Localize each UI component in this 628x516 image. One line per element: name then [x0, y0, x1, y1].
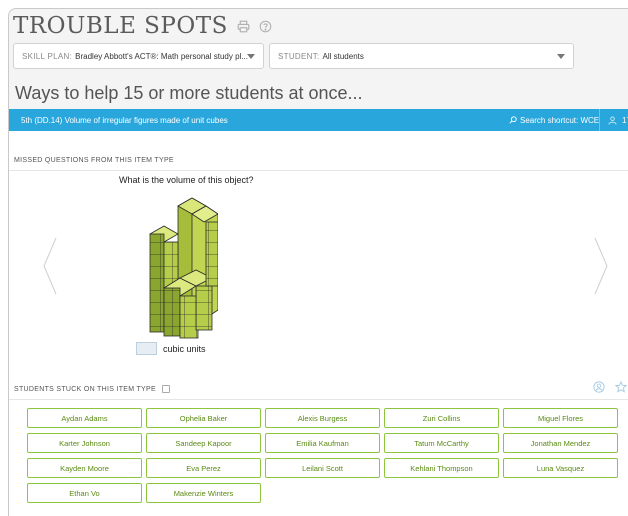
student-value: All students [322, 51, 364, 61]
skill-plan-select[interactable]: SKILL PLAN: Bradley Abbott's ACT®: Math … [13, 43, 264, 69]
next-arrow-icon[interactable] [593, 236, 609, 296]
chevron-down-icon [557, 54, 565, 59]
cube-figure [149, 197, 218, 339]
student-button[interactable]: Zuri Collins [384, 408, 499, 428]
student-button[interactable]: Aydan Adams [27, 408, 142, 428]
student-button[interactable]: Leilani Scott [265, 458, 380, 478]
question-text: What is the volume of this object? [119, 175, 254, 185]
help-icon[interactable] [259, 20, 272, 33]
student-button[interactable]: Eva Perez [146, 458, 261, 478]
list-icon[interactable] [162, 385, 171, 393]
print-icon[interactable] [237, 20, 250, 33]
content-panel: MISSED QUESTIONS FROM THIS ITEM TYPE Wha… [9, 131, 628, 516]
student-count-value: 17 [622, 115, 628, 125]
missed-questions-label: MISSED QUESTIONS FROM THIS ITEM TYPE [14, 157, 174, 164]
divider [9, 399, 628, 400]
students-stuck-label: STUDENTS STUCK ON THIS ITEM TYPE [14, 385, 171, 393]
page-title: TROUBLE SPOTS [13, 13, 228, 39]
previous-arrow-icon[interactable] [42, 236, 58, 296]
app-frame: TROUBLE SPOTS SKILL PLAN: Bradley Abbott… [8, 8, 628, 516]
student-list: Aydan Adams Ophelia Baker Alexis Burgess Zu… [27, 408, 627, 503]
skill-bar[interactable]: 5th (DD.14) Volume of irregular figures … [9, 109, 628, 131]
person-icon [608, 115, 617, 125]
student-button[interactable]: Makenzie Winters [146, 483, 261, 503]
title-row: TROUBLE SPOTS [13, 13, 272, 39]
stuck-actions [593, 381, 627, 393]
skill-plan-value: Bradley Abbott's ACT®: Math personal stu… [75, 51, 248, 61]
student-select[interactable]: STUDENT: All students [269, 43, 574, 69]
student-count[interactable]: 17 [599, 109, 628, 131]
answer-unit-label: cubic units [163, 344, 206, 354]
student-button[interactable]: Jonathan Mendez [503, 433, 618, 453]
search-icon [509, 116, 517, 124]
student-button[interactable]: Luna Vasquez [503, 458, 618, 478]
student-button[interactable]: Emilia Kaufman [265, 433, 380, 453]
student-button[interactable]: Alexis Burgess [265, 408, 380, 428]
student-button[interactable]: Sandeep Kapoor [146, 433, 261, 453]
students-stuck-text: STUDENTS STUCK ON THIS ITEM TYPE [14, 385, 156, 393]
skill-plan-label: SKILL PLAN: [22, 51, 73, 61]
student-button[interactable]: Kayden Moore [27, 458, 142, 478]
star-icon[interactable] [615, 381, 627, 393]
student-button[interactable]: Ophelia Baker [146, 408, 261, 428]
ways-heading: Ways to help 15 or more students at once… [15, 83, 363, 103]
student-button[interactable]: Karter Johnson [27, 433, 142, 453]
group-icon[interactable] [593, 381, 605, 393]
divider [9, 170, 628, 171]
chevron-down-icon [247, 54, 255, 59]
student-button[interactable]: Kehlani Thompson [384, 458, 499, 478]
student-button[interactable]: Tatum McCarthy [384, 433, 499, 453]
answer-input[interactable] [136, 342, 157, 355]
student-button[interactable]: Miguel Flores [503, 408, 618, 428]
student-button[interactable]: Ethan Vo [27, 483, 142, 503]
student-label: STUDENT: [278, 51, 320, 61]
search-shortcut: Search shortcut: WCE [509, 116, 599, 125]
search-shortcut-text: Search shortcut: WCE [520, 115, 600, 125]
skill-name[interactable]: 5th (DD.14) Volume of irregular figures … [21, 116, 228, 125]
